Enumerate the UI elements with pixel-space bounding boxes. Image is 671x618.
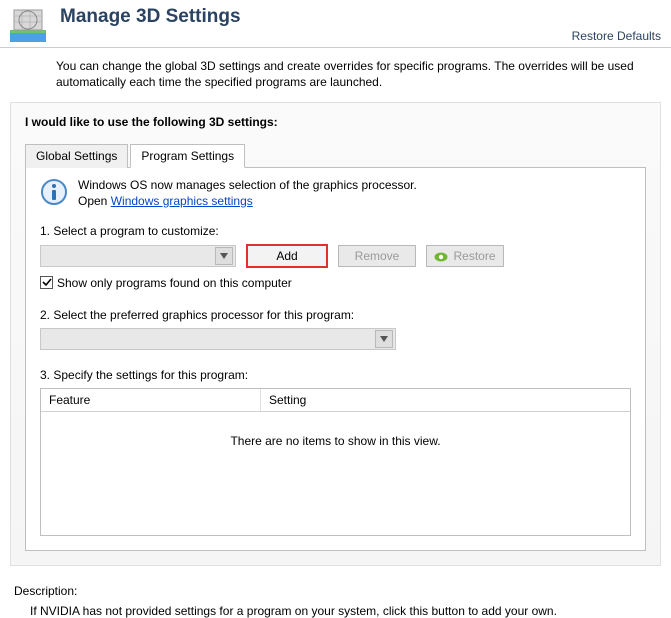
tab-program-settings[interactable]: Program Settings — [130, 144, 245, 168]
chevron-down-icon — [215, 247, 233, 265]
show-only-found-row[interactable]: Show only programs found on this compute… — [40, 276, 631, 290]
step2-controls — [40, 328, 631, 350]
chevron-down-icon — [375, 330, 393, 348]
main-panel: I would like to use the following 3D set… — [10, 102, 661, 565]
restore-button: Restore — [426, 245, 504, 267]
settings-table: Feature Setting There are no items to sh… — [40, 388, 631, 536]
tab-content: Windows OS now manages selection of the … — [25, 168, 646, 550]
add-button[interactable]: Add — [246, 244, 328, 268]
step1-label: 1. Select a program to customize: — [40, 224, 631, 238]
info-row: Windows OS now manages selection of the … — [40, 178, 631, 209]
intro-text: You can change the global 3D settings an… — [0, 48, 671, 96]
page-title: Manage 3D Settings — [60, 6, 241, 28]
step2-label: 2. Select the preferred graphics process… — [40, 308, 631, 322]
tab-global-settings[interactable]: Global Settings — [25, 144, 128, 168]
step3-label: 3. Specify the settings for this program… — [40, 368, 631, 382]
description-block: Description: If NVIDIA has not provided … — [0, 576, 671, 618]
nvidia-3d-icon — [8, 4, 48, 44]
nvidia-eye-icon — [434, 251, 448, 261]
show-only-found-checkbox[interactable] — [40, 276, 53, 289]
empty-table-message: There are no items to show in this view. — [41, 412, 630, 448]
col-setting[interactable]: Setting — [261, 389, 630, 411]
windows-graphics-settings-link[interactable]: Windows graphics settings — [111, 194, 253, 208]
col-feature[interactable]: Feature — [41, 389, 261, 411]
description-body: If NVIDIA has not provided settings for … — [14, 604, 657, 618]
show-only-found-label: Show only programs found on this compute… — [57, 276, 292, 290]
program-select-dropdown[interactable] — [40, 245, 236, 267]
info-icon — [40, 178, 68, 206]
settings-table-header: Feature Setting — [41, 389, 630, 412]
page-header: Manage 3D Settings Restore Defaults — [0, 0, 671, 48]
remove-button: Remove — [338, 245, 416, 267]
step1-controls: Add Remove Restore — [40, 244, 631, 268]
tabs: Global Settings Program Settings — [25, 143, 646, 168]
graphics-processor-dropdown[interactable] — [40, 328, 396, 350]
description-title: Description: — [14, 584, 657, 598]
info-line2-prefix: Open — [78, 194, 111, 208]
section-label: I would like to use the following 3D set… — [25, 115, 646, 129]
info-line1: Windows OS now manages selection of the … — [78, 178, 417, 192]
restore-button-label: Restore — [453, 249, 495, 263]
restore-defaults-link[interactable]: Restore Defaults — [572, 29, 661, 43]
info-text: Windows OS now manages selection of the … — [78, 178, 417, 209]
